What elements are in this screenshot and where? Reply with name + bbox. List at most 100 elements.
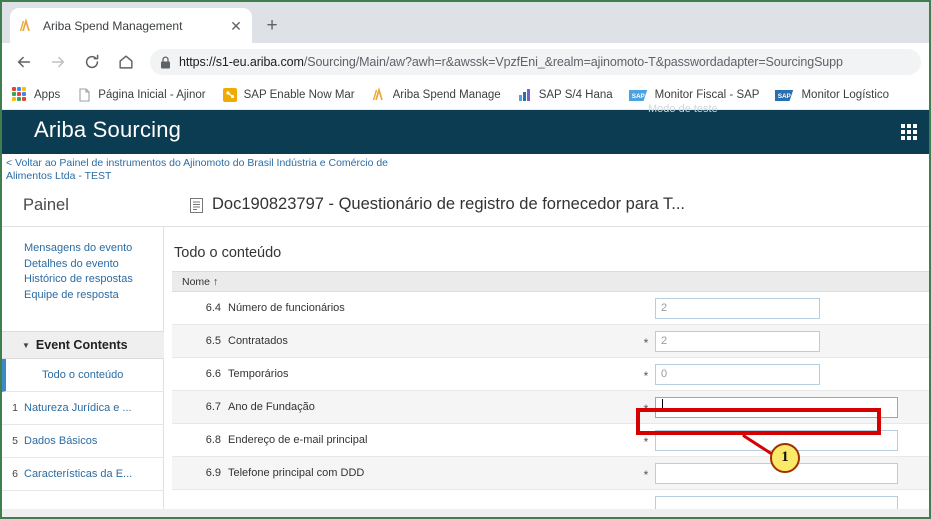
bookmark-sap-enable-now[interactable]: SAP Enable Now Mar <box>222 87 355 103</box>
home-icon <box>119 55 133 69</box>
app-logo[interactable]: Ariba Sourcing <box>34 117 181 143</box>
column-header-name[interactable]: Nome ↑ <box>172 271 637 292</box>
screen-root: Ariba Spend Management ✕ + https://s1-eu… <box>0 0 931 519</box>
row-number: 6.8 <box>205 434 221 446</box>
address-bar-url: https://s1-eu.ariba.com/Sourcing/Main/aw… <box>179 55 843 69</box>
bookmark-monitor-logistico[interactable]: SAP Monitor Logístico <box>775 89 889 102</box>
row-value-cell: 0 <box>655 357 929 391</box>
sidebar-item-label: Características da E... <box>24 468 133 480</box>
required-asterisk-icon: * <box>643 434 649 449</box>
document-icon <box>190 198 203 216</box>
ariba-favicon-icon <box>19 17 30 31</box>
sort-asc-icon[interactable]: ↑ <box>213 276 218 288</box>
sidebar-item-dados-basicos[interactable]: 5 Dados Básicos <box>2 425 164 458</box>
bookmark-label: Monitor Logístico <box>801 89 890 101</box>
required-asterisk-icon: * <box>643 401 649 416</box>
sidebar-item-label: Dados Básicos <box>24 435 98 447</box>
back-to-dashboard-link[interactable]: < Voltar ao Painel de instrumentos do Aj… <box>2 154 396 182</box>
panel-label: Painel <box>23 196 69 214</box>
sidebar-item-historico-de-respostas[interactable]: Histórico de respostas <box>24 272 163 288</box>
sidebar-nav-list: Todo o conteúdo 1 Natureza Jurídica e ..… <box>2 359 164 491</box>
sidebar-item-number: 6 <box>12 468 18 480</box>
sidebar-item-number: 1 <box>12 402 18 414</box>
row-value-cell: 2 <box>655 291 929 325</box>
table-row: 6.6 Temporários * 0 <box>172 357 929 391</box>
sidebar-item-number: 5 <box>12 435 18 447</box>
input-numero-de-funcionarios[interactable]: 2 <box>655 297 820 319</box>
row-required-marker: * <box>637 390 655 424</box>
reload-icon <box>85 54 99 69</box>
input-contratados[interactable]: 2 <box>655 330 820 352</box>
bookmark-ariba-spend[interactable]: Ariba Spend Manage <box>371 87 501 103</box>
browser-toolbar: https://s1-eu.ariba.com/Sourcing/Main/aw… <box>2 43 929 81</box>
row-name-cell: 6.4 Número de funcionários <box>172 291 637 325</box>
table-row: 6.5 Contratados * 2 <box>172 324 929 358</box>
column-header-value <box>655 271 929 292</box>
bookmark-label: SAP Enable Now Mar <box>243 89 355 101</box>
browser-tab[interactable]: Ariba Spend Management ✕ <box>10 8 252 43</box>
required-asterisk-icon: * <box>643 335 649 350</box>
url-path: /Sourcing/Main/aw?awh=r&awssk=VpzfEni_&r… <box>303 55 843 69</box>
address-bar[interactable]: https://s1-eu.ariba.com/Sourcing/Main/aw… <box>150 49 921 75</box>
page-title: Doc190823797 - Questionário de registro … <box>212 195 685 213</box>
row-label: Ano de Fundação <box>228 401 315 413</box>
bookmark-label: Apps <box>34 89 61 101</box>
table-row: 6.8 Endereço de e-mail principal * <box>172 423 929 457</box>
chevron-down-icon[interactable]: ▼ <box>22 341 30 350</box>
back-arrow-icon <box>17 56 31 68</box>
row-number: 6.9 <box>205 467 221 479</box>
row-label: Temporários <box>228 368 289 380</box>
back-button[interactable] <box>10 48 38 76</box>
url-host: https://s1-eu.ariba.com <box>179 55 304 69</box>
row-name-cell: 6.7 Ano de Fundação <box>172 390 637 424</box>
sidebar-item-equipe-de-resposta[interactable]: Equipe de resposta <box>24 288 163 304</box>
test-mode-label: Modo de teste <box>648 103 718 115</box>
row-name-cell: 6.8 Endereço de e-mail principal <box>172 423 637 457</box>
sap-enable-now-icon <box>222 88 237 102</box>
page-title-bar: Painel Doc190823797 - Questionário de re… <box>2 188 929 227</box>
table-body: 6.4 Número de funcionários 2 6.5 Contratad… <box>172 291 929 517</box>
bookmark-label: Página Inicial - Ajinor <box>98 89 206 101</box>
required-asterisk-icon: * <box>643 368 649 383</box>
reload-button[interactable] <box>78 48 106 76</box>
bookmark-sap-s4-hana[interactable]: SAP S/4 Hana <box>517 87 613 103</box>
page-icon <box>79 88 90 102</box>
row-required-marker: * <box>637 357 655 391</box>
browser-tab-strip: Ariba Spend Management ✕ + <box>2 2 929 43</box>
bookmark-monitor-fiscal[interactable]: SAP Monitor Fiscal - SAP <box>628 89 759 102</box>
sidebar-item-mensagens-do-evento[interactable]: Mensagens do evento <box>24 241 163 257</box>
sap-icon: SAP <box>775 89 794 101</box>
event-contents-header[interactable]: ▼ Event Contents <box>2 331 164 359</box>
document-glyph-icon <box>190 198 203 213</box>
page-bottom-edge <box>2 509 929 517</box>
column-header-name-label: Nome <box>182 275 211 288</box>
ariba-icon <box>372 87 383 101</box>
app-grid-icon[interactable] <box>901 124 917 140</box>
sidebar-item-caracteristicas-da-empresa[interactable]: 6 Características da E... <box>2 458 164 491</box>
table-row: 6.7 Ano de Fundação * <box>172 390 929 424</box>
bookmark-label: SAP S/4 Hana <box>538 89 613 101</box>
row-number: 6.4 <box>205 302 221 314</box>
new-tab-button[interactable]: + <box>258 14 286 38</box>
annotation-callout-1: 1 <box>770 443 800 473</box>
page-body: Mensagens do evento Detalhes do evento H… <box>2 227 929 517</box>
bookmark-pagina-inicial[interactable]: Página Inicial - Ajinor <box>76 87 206 103</box>
input-ano-de-fundacao[interactable] <box>655 396 898 418</box>
input-temporarios[interactable]: 0 <box>655 363 820 385</box>
row-number: 6.5 <box>205 335 221 347</box>
forward-arrow-icon <box>51 56 65 68</box>
sidebar-links: Mensagens do evento Detalhes do evento H… <box>2 227 163 303</box>
sidebar-item-todo-o-conteudo[interactable]: Todo o conteúdo <box>2 359 164 392</box>
apps-grid-icon <box>12 87 28 103</box>
app-header: Ariba Sourcing Modo de teste <box>2 103 929 154</box>
close-icon[interactable]: ✕ <box>228 18 244 34</box>
forward-button[interactable] <box>44 48 72 76</box>
bookmark-apps[interactable]: Apps <box>12 87 60 103</box>
bookmarks-bar: Apps Página Inicial - Ajinor SAP Enable … <box>2 81 929 110</box>
home-button[interactable] <box>112 48 140 76</box>
sidebar-item-detalhes-do-evento[interactable]: Detalhes do evento <box>24 257 163 273</box>
svg-text:SAP: SAP <box>778 93 792 100</box>
row-name-cell: 6.5 Contratados <box>172 324 637 358</box>
sidebar-item-natureza-juridica[interactable]: 1 Natureza Jurídica e ... <box>2 392 164 425</box>
text-caret-icon <box>662 398 663 412</box>
